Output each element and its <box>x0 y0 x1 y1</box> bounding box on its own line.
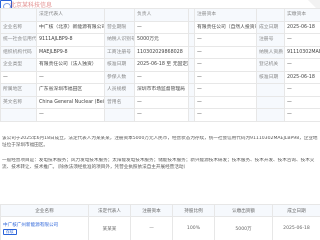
field-label-r7c6 <box>256 95 285 109</box>
branch-col-rep: 法定代表人 <box>88 204 131 217</box>
field-label-r8c6 <box>256 108 285 122</box>
field-value-r4c5: — <box>194 58 257 72</box>
field-label-r1c6: 成立日期 <box>256 20 285 34</box>
field-value-r5c0: — <box>0 70 37 84</box>
field-label-r6c6 <box>256 83 285 97</box>
business-scope: 一般经营项目是：发电技术服务；风力发电技术服务；太阳能发电技术服务；储能技术服务… <box>2 158 315 170</box>
field-value-r5c7: 2025-06-18 <box>284 70 320 84</box>
field-value-r5c5: — <box>194 70 257 84</box>
branch-col-ratio: 持股比例 <box>172 204 215 217</box>
company-notice: 该公司于2025年6月18日成立，法定代表人为某某某，注册资本5000万元人民币… <box>2 136 318 148</box>
branch-header-row: 企业名称 法定代表人 注册资本 持股比例 认缴出资额 成立日期 <box>0 204 320 217</box>
field-value-r3c3: 110302029868028 <box>134 45 189 59</box>
field-label-r2c6: 注册号 <box>256 33 285 47</box>
field-label-r3c0: 组织机构代码 <box>0 45 37 59</box>
branch-col-amount: 认缴出资额 <box>214 204 273 217</box>
table-row: 法定代表人 负责人 注册资本 实缴资本 <box>0 8 320 22</box>
field-value-r7c1: China General Nuclear (Beijing) New Ener… <box>36 95 105 109</box>
field-label-r4c6: 登记机关 <box>256 58 285 72</box>
company-info-table: 法定代表人 负责人 注册资本 实缴资本 企业名称 中广核（北京）新能源有限公司 营业期限 — 有… <box>0 8 320 122</box>
field-value-r2c3: 5000万元 <box>134 33 189 47</box>
field-value-r1c1: 中广核（北京）新能源有限公司 <box>36 20 105 34</box>
field-label-r4c2: 核准日期 <box>104 58 135 72</box>
field-label-r0c6 <box>256 8 285 22</box>
field-value-r8c3: — <box>134 108 189 122</box>
table-row: 所属地区 广东省深圳市福田区 人员规模 深圳市市场监督管理局 — — <box>0 83 320 97</box>
field-value-r7c5: — <box>194 95 257 109</box>
field-value-r7c3: — <box>134 95 189 109</box>
field-label-r1c0: 企业名称 <box>0 20 37 34</box>
field-value-r2c7: — <box>284 33 320 47</box>
branch-col-name: 企业名称 <box>0 204 89 217</box>
field-label-r5c6: 核准日期 <box>256 70 285 84</box>
branch-col-capital: 注册资本 <box>130 204 173 217</box>
field-value-r1c5: 有限责任公司（自然人投资或控股的法人独资） <box>194 20 257 34</box>
branch-col-date: 成立日期 <box>272 204 320 217</box>
field-label-r6c2: 人员规模 <box>104 83 135 97</box>
table-row: 企业类型有限责任公司（法人独资）核准日期2025-06-18 至 无固定期限 —登… <box>0 58 320 72</box>
table-row: 统一社会信用代码9111AJLBP9-8纳税人识别号5000万元 —注册号— <box>0 33 320 47</box>
table-row: — — — — <box>0 108 320 122</box>
branch-company-link[interactable]: 中广核广州新能源有限公司 <box>3 222 86 228</box>
field-value-r3c5: — <box>194 45 257 59</box>
field-value-r2c5: — <box>194 33 257 47</box>
field-label-r4c0: 企业类型 <box>0 58 37 72</box>
field-label-r1c2: 营业期限 <box>104 20 135 34</box>
field-value-r6c1: 广东省深圳市福田区 <box>36 83 105 97</box>
table-row: 企业名称中广核（北京）新能源有限公司营业期限— 有限责任公司（自然人投资或控股的法… <box>0 20 320 34</box>
table-row: 中广核广州新能源有限公司 存续 某某某 — 100% 5000万 2025-06… <box>0 216 320 240</box>
field-label-r7c0: 英文名称 <box>0 95 37 109</box>
field-value-r6c7: — <box>284 83 320 97</box>
field-value-r8c5: — <box>194 108 257 122</box>
field-label-r3c6: 纳税人资质 <box>256 45 285 59</box>
field-label-r7c2: 曾用名 <box>104 95 135 109</box>
field-value-r7c7: — <box>284 95 320 109</box>
field-value-r6c3: 深圳市市场监督管理局 <box>134 83 189 97</box>
field-value-r4c1: 有限责任公司（法人独资） <box>36 58 105 72</box>
field-value-r8c7: — <box>284 108 320 122</box>
field-value-r1c7: 2025-06-18 <box>284 20 320 34</box>
branch-table: 企业名称 法定代表人 注册资本 持股比例 认缴出资额 成立日期 中广核广州新能源… <box>0 204 320 240</box>
field-label-r2c0: 统一社会信用代码 <box>0 33 37 47</box>
field-value-r3c7: 91110302MAEJLBP98 <box>284 45 320 59</box>
field-value-r3c1: MAEJLBP9-8 <box>36 45 105 59</box>
field-value-r5c3: — <box>134 70 189 84</box>
field-label-r5c2: 参保人数 <box>104 70 135 84</box>
field-label-r8c0 <box>0 108 37 122</box>
branch-date-cell: 2025-06-18 <box>272 216 320 240</box>
field-value-r2c1: 9111AJLBP9-8 <box>36 33 105 47</box>
table-row: 英文名称China General Nuclear (Beijing) New … <box>0 95 320 109</box>
field-label-r8c2 <box>104 108 135 122</box>
field-value-r4c7: — <box>284 58 320 72</box>
field-label-r2c2: 纳税人识别号 <box>104 33 135 47</box>
field-label-r0c2 <box>104 8 135 22</box>
status-badge: 存续 <box>3 229 17 235</box>
branch-ratio-cell: 100% <box>172 216 215 240</box>
branch-capital-cell: — <box>130 216 173 240</box>
field-value-r6c5: — <box>194 83 257 97</box>
field-label-r0c0 <box>0 8 37 22</box>
branch-company-cell[interactable]: 中广核广州新能源有限公司 存续 <box>0 216 89 240</box>
table-row: 组织机构代码 MAEJLBP9-8 工商注册号 110302029868028 — 纳税人… <box>0 45 320 59</box>
field-label-r0c5: 注册资本 <box>194 8 257 22</box>
field-value-r8c1: — <box>36 108 105 122</box>
field-label-r3c2: 工商注册号 <box>104 45 135 59</box>
field-label-r0c1: 法定代表人 <box>36 8 105 22</box>
field-label-r6c0: 所属地区 <box>0 83 37 97</box>
field-label-r0c7: 实缴资本 <box>284 8 320 22</box>
field-value-r5c1: — <box>36 70 105 84</box>
table-row: — — 参保人数 — — 核准日期 2025-06-18 <box>0 70 320 84</box>
field-label-r0c3: 负责人 <box>134 8 189 22</box>
branch-amount-cell: 5000万 <box>214 216 273 240</box>
field-value-r1c3: — <box>134 20 189 34</box>
branch-rep-cell: 某某某 <box>88 216 131 240</box>
field-value-r4c3: 2025-06-18 至 无固定期限 <box>134 58 189 72</box>
